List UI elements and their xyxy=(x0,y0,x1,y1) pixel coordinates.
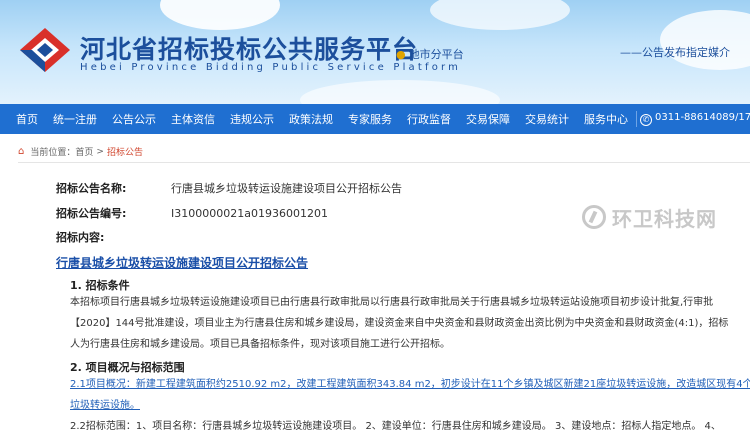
section-1-line: 【2020】144号批准建设，项目业主为行唐县住房和城乡建设局，建设资金来自中央… xyxy=(70,318,729,329)
nav-divider xyxy=(636,111,637,127)
announcement-code-value: I3100000021a01936001201 xyxy=(171,207,328,220)
document-title[interactable]: 行唐县城乡垃圾转运设施建设项目公开招标公告 xyxy=(56,254,308,271)
nav-item-guarantee[interactable]: 交易保障 xyxy=(466,111,510,127)
nav-item-experts[interactable]: 专家服务 xyxy=(348,111,392,127)
cloud-decoration xyxy=(660,10,750,70)
home-icon: ⌂ xyxy=(18,146,25,157)
watermark: 环卫科技网 xyxy=(582,199,738,235)
section-1-body: 本招标项目行唐县城乡垃圾转运设施建设项目已由行唐县行政审批局以行唐县行政审批局关… xyxy=(70,292,738,355)
nav-item-supervision[interactable]: 行政监督 xyxy=(407,111,451,127)
announcement-code-label: 招标公告编号: xyxy=(56,207,127,220)
breadcrumb-home[interactable]: 首页 xyxy=(75,145,93,158)
city-platform-label: 地市分平台 xyxy=(408,48,464,61)
nav-item-announcements[interactable]: 公告公示 xyxy=(112,111,156,127)
announcement-name-label: 招标公告名称: xyxy=(56,182,127,195)
site-title: 河北省招标投标公共服务平台 xyxy=(80,35,419,64)
announcement-code-row: 招标公告编号: I3100000021a01936001201 xyxy=(56,205,328,221)
section-1-line: 人为行唐县住房和城乡建设局。项目已具备招标条件，现对该项目施工进行公开招标。 xyxy=(70,339,450,350)
nav-item-statistics[interactable]: 交易统计 xyxy=(525,111,569,127)
cloud-decoration xyxy=(430,0,570,30)
watermark-text: 环卫科技网 xyxy=(612,206,717,231)
platform-logo-icon[interactable] xyxy=(18,26,72,74)
nav-item-service-center[interactable]: 服务中心 xyxy=(584,111,628,127)
breadcrumb-current[interactable]: 招标公告 xyxy=(107,145,143,158)
breadcrumb-separator: > xyxy=(96,146,104,157)
hotline-number: 0311-88614089/176/ xyxy=(655,112,750,123)
nav-item-register[interactable]: 统一注册 xyxy=(53,111,97,127)
slogan: ——公告发布指定媒介 xyxy=(620,46,730,59)
section-2-line: 垃圾转运设施。 xyxy=(70,400,140,411)
section-1-heading: 1. 招标条件 xyxy=(70,279,130,292)
main-nav: 首页 统一注册 公告公示 主体资信 违规公示 政策法规 专家服务 行政监督 交易… xyxy=(0,104,750,134)
city-platform-link[interactable]: ● 地市分平台 xyxy=(396,46,464,62)
site-subtitle: Hebei Province Bidding Public Service Pl… xyxy=(80,62,462,73)
section-2-line: 2.2招标范围：1、项目名称：行唐县城乡垃圾转运设施建设项目。 2、建设单位：行… xyxy=(70,421,721,432)
cloud-decoration xyxy=(160,0,280,30)
site-header: 河北省招标投标公共服务平台 Hebei Province Bidding Pub… xyxy=(0,0,750,104)
announcement-name-value: 行唐县城乡垃圾转运设施建设项目公开招标公告 xyxy=(171,182,402,195)
content-label: 招标内容: xyxy=(56,231,105,244)
cloud-decoration xyxy=(300,80,500,104)
location-pin-icon: ● xyxy=(396,48,406,61)
breadcrumb-prefix: 当前位置： xyxy=(30,148,76,158)
section-2-heading: 2. 项目概况与招标范围 xyxy=(70,361,185,374)
content-label-row: 招标内容: xyxy=(56,229,171,245)
section-1-line: 本招标项目行唐县城乡垃圾转运设施建设项目已由行唐县行政审批局以行唐县行政审批局关… xyxy=(70,297,714,308)
phone-icon: ✆ xyxy=(640,114,652,126)
nav-item-violations[interactable]: 违规公示 xyxy=(230,111,274,127)
nav-item-policies[interactable]: 政策法规 xyxy=(289,111,333,127)
announcement-name-row: 招标公告名称: 行唐县城乡垃圾转运设施建设项目公开招标公告 xyxy=(56,180,402,196)
nav-item-credit[interactable]: 主体资信 xyxy=(171,111,215,127)
breadcrumb: ⌂ 当前位置： 首页 > 招标公告 xyxy=(18,141,750,163)
nav-item-home[interactable]: 首页 xyxy=(16,111,38,127)
watermark-logo-icon xyxy=(582,205,606,229)
section-2-line: 2.1项目概况：新建工程建筑面积约2510.92 m2，改建工程建筑面积343.… xyxy=(70,379,750,390)
hotline: ✆0311-88614089/176/ xyxy=(640,112,750,126)
section-2-body: 2.1项目概况：新建工程建筑面积约2510.92 m2，改建工程建筑面积343.… xyxy=(70,374,750,436)
